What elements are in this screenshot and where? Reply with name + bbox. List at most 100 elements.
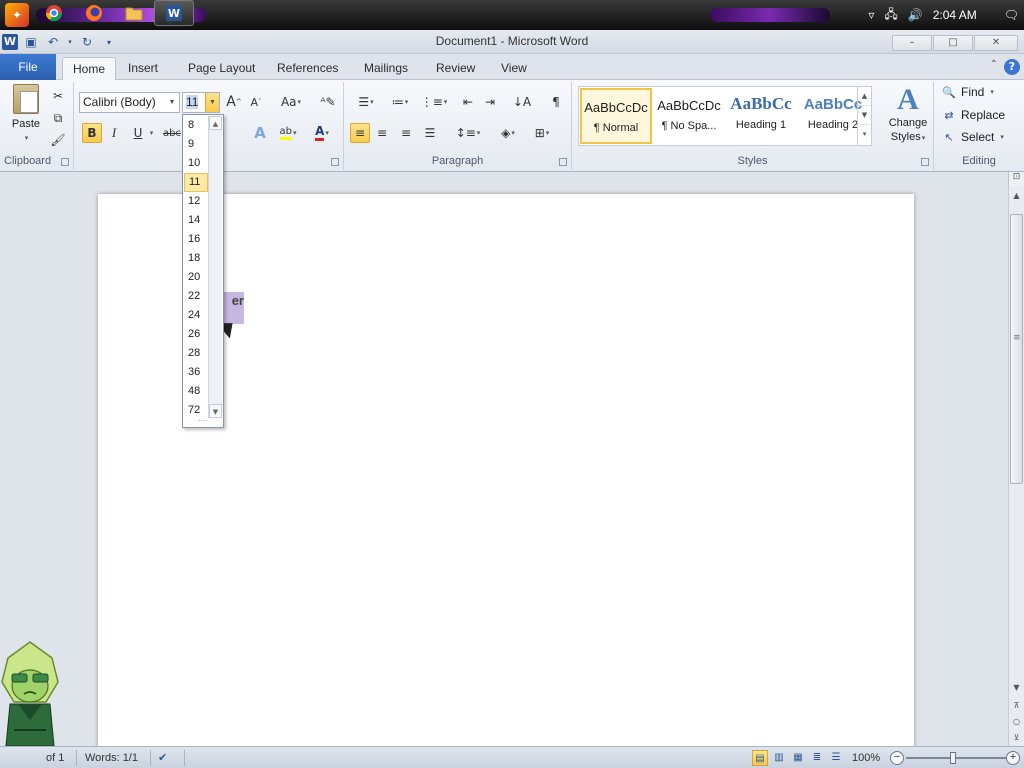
notification-icon[interactable]: 🗨	[1004, 8, 1019, 22]
underline-button[interactable]: U	[128, 123, 148, 143]
minimize-ribbon-icon[interactable]: ⌃	[990, 59, 998, 75]
font-size-option-9[interactable]: 9	[184, 135, 208, 154]
page-count[interactable]: of 1	[46, 750, 64, 766]
volume-icon[interactable]: 🔊	[908, 8, 923, 22]
browse-object-icon[interactable]: ○	[1009, 714, 1024, 730]
start-button[interactable]: ✦	[0, 0, 34, 30]
align-center-icon[interactable]: ≡	[372, 123, 392, 143]
strikethrough-button[interactable]: abc	[162, 123, 182, 143]
font-size-dropdown-icon[interactable]: ▼	[205, 93, 219, 112]
font-name-combobox[interactable]: Calibri (Body) ▼	[79, 92, 180, 113]
font-size-combobox[interactable]: 11 ▼	[182, 92, 220, 113]
tab-insert[interactable]: Insert	[118, 57, 168, 80]
style-no-spacing[interactable]: AaBbCcDc ¶ No Spa...	[653, 88, 725, 144]
borders-button[interactable]: ⊞ ▾	[528, 123, 556, 143]
draft-icon[interactable]: ☰	[828, 750, 844, 766]
tab-home[interactable]: Home	[62, 57, 117, 80]
replace-button[interactable]: ⇄ Replace	[942, 105, 1005, 125]
format-painter-icon[interactable]: 🖌	[48, 130, 68, 150]
font-size-option-14[interactable]: 14	[184, 211, 208, 230]
vertical-scrollbar[interactable]: ▲ ▼ ⊼ ○ ⊻	[1008, 186, 1024, 746]
explorer-taskbar-button[interactable]	[114, 0, 154, 26]
font-size-option-28[interactable]: 28	[184, 344, 208, 363]
grow-font-icon[interactable]: A ^	[224, 92, 244, 112]
line-spacing-button[interactable]: ↕≡ ▾	[454, 123, 482, 143]
outline-icon[interactable]: ≣	[809, 750, 825, 766]
zoom-slider-thumb[interactable]	[950, 752, 956, 764]
view-ruler-icon[interactable]: ⊡	[1008, 172, 1024, 186]
clipboard-launcher-icon[interactable]	[61, 158, 69, 166]
zoom-out-icon[interactable]: −	[890, 751, 904, 765]
clear-formatting-icon[interactable]: ᴬ✎	[318, 92, 338, 112]
style-normal[interactable]: AaBbCcDc ¶ Normal	[580, 88, 652, 144]
tab-review[interactable]: Review	[426, 57, 485, 80]
numbering-button[interactable]: ≔ ▾	[386, 92, 414, 112]
print-layout-icon[interactable]: ▤	[752, 750, 768, 766]
zoom-level[interactable]: 100%	[852, 750, 880, 766]
arrow-up-icon[interactable]: ▿	[868, 8, 874, 22]
previous-page-icon[interactable]: ⊼	[1009, 698, 1024, 714]
font-size-option-18[interactable]: 18	[184, 249, 208, 268]
zoom-in-icon[interactable]: +	[1006, 751, 1020, 765]
select-button[interactable]: ↖ Select ▾	[942, 127, 1003, 147]
gallery-up-icon[interactable]: ▲	[858, 87, 871, 106]
scroll-up-icon[interactable]: ▲	[1009, 188, 1024, 204]
font-size-option-26[interactable]: 26	[184, 325, 208, 344]
tab-mailings[interactable]: Mailings	[354, 57, 418, 80]
change-case-button[interactable]: Aa ▾	[278, 92, 304, 112]
proofing-icon[interactable]: ✔	[158, 750, 167, 766]
show-marks-button[interactable]: ¶	[546, 92, 566, 112]
tab-page-layout[interactable]: Page Layout	[178, 57, 265, 80]
network-icon[interactable]: 🖧	[884, 5, 897, 26]
font-size-scroll-up-icon[interactable]: ▲	[209, 116, 222, 130]
web-layout-icon[interactable]: ▦	[790, 750, 806, 766]
underline-dropdown-icon[interactable]: ▾	[146, 123, 156, 143]
next-page-icon[interactable]: ⊻	[1009, 730, 1024, 746]
justify-icon[interactable]: ☰	[420, 123, 440, 143]
close-button[interactable]: ✕	[974, 35, 1018, 51]
font-size-option-36[interactable]: 36	[184, 363, 208, 382]
paste-dropdown-icon[interactable]: ▾	[25, 134, 29, 142]
font-size-option-11[interactable]: 11	[184, 173, 208, 192]
font-size-option-20[interactable]: 20	[184, 268, 208, 287]
tab-references[interactable]: References	[267, 57, 348, 80]
bold-button[interactable]: B	[82, 123, 102, 143]
word-taskbar-button[interactable]: W	[154, 0, 194, 26]
minimize-button[interactable]: –	[892, 35, 932, 51]
styles-launcher-icon[interactable]	[921, 158, 929, 166]
font-size-option-48[interactable]: 48	[184, 382, 208, 401]
bullets-button[interactable]: ☰ ▾	[352, 92, 380, 112]
paragraph-launcher-icon[interactable]	[559, 158, 567, 166]
scroll-down-icon[interactable]: ▼	[1009, 680, 1024, 696]
font-size-option-8[interactable]: 8	[184, 116, 208, 135]
shrink-font-icon[interactable]: Aˇ	[246, 92, 266, 112]
firefox-taskbar-button[interactable]	[74, 0, 114, 26]
tab-file[interactable]: File	[0, 54, 56, 80]
align-right-icon[interactable]: ≡	[396, 123, 416, 143]
font-size-option-10[interactable]: 10	[184, 154, 208, 173]
font-color-button[interactable]: A ▾	[308, 123, 336, 143]
style-heading-1[interactable]: AaBbCc Heading 1	[725, 88, 797, 144]
clock[interactable]: 2:04 AM	[933, 8, 977, 22]
word-count[interactable]: Words: 1/1	[85, 750, 138, 766]
text-effects-icon[interactable]: A	[250, 123, 270, 143]
chrome-taskbar-button[interactable]	[34, 0, 74, 26]
shading-button[interactable]: ◈ ▾	[494, 123, 522, 143]
maximize-button[interactable]: □	[933, 35, 973, 51]
zoom-slider-track[interactable]	[906, 757, 1006, 759]
align-left-button[interactable]: ≡	[350, 123, 370, 143]
full-screen-reading-icon[interactable]: ▥	[771, 750, 787, 766]
gallery-more-icon[interactable]: ▾	[858, 125, 871, 144]
scroll-thumb[interactable]	[1010, 214, 1023, 484]
increase-indent-icon[interactable]: ⇥	[480, 92, 500, 112]
font-size-option-22[interactable]: 22	[184, 287, 208, 306]
decrease-indent-icon[interactable]: ⇤	[458, 92, 478, 112]
sort-icon[interactable]: ↓A	[512, 92, 532, 112]
font-size-option-16[interactable]: 16	[184, 230, 208, 249]
font-launcher-icon[interactable]	[331, 158, 339, 166]
copy-icon[interactable]: ⧉	[48, 108, 68, 128]
resize-grip-icon[interactable]: ····	[183, 417, 223, 427]
font-size-scroll-down-icon[interactable]: ▼	[209, 404, 222, 418]
paste-button[interactable]: Paste ▾	[6, 84, 46, 148]
font-size-scrollbar[interactable]: ▲ ▼	[208, 116, 222, 418]
